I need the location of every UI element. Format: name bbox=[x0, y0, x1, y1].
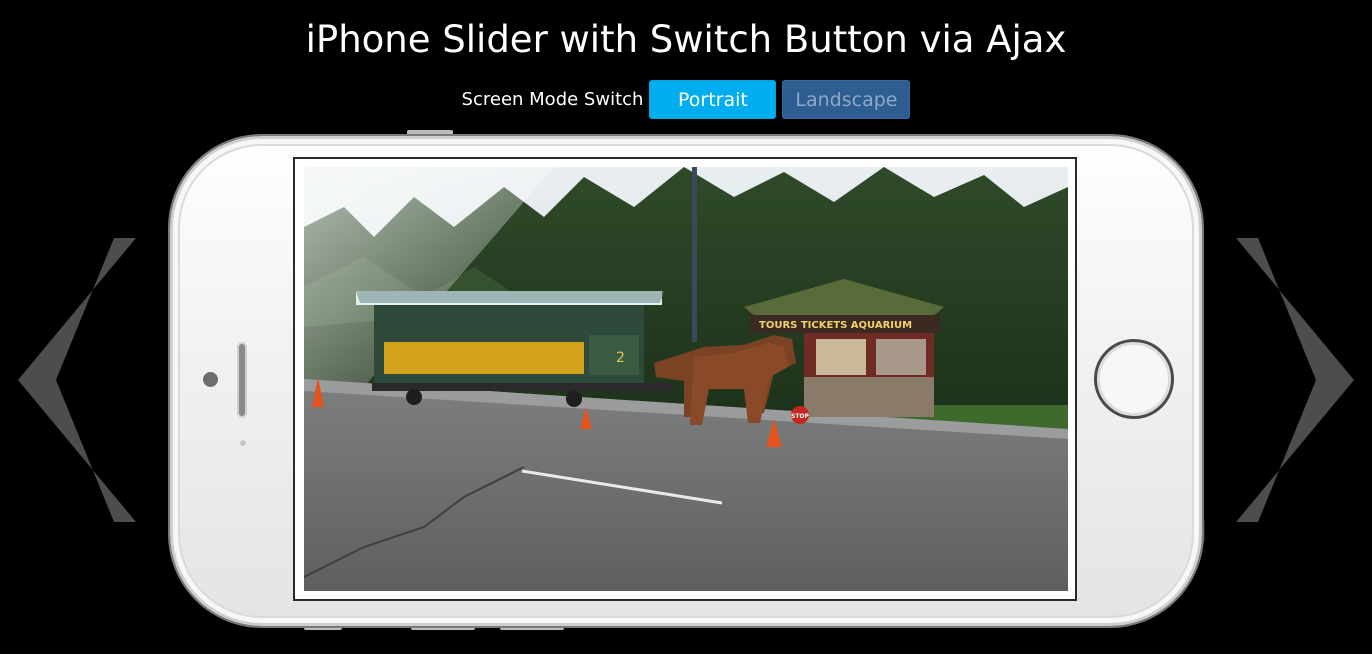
screen-mode-switch: Screen Mode Switch Portrait Landscape bbox=[0, 80, 1372, 119]
home-button[interactable] bbox=[1094, 339, 1174, 419]
front-camera-icon bbox=[203, 372, 218, 387]
stop-sign: STOP bbox=[791, 413, 810, 420]
chevron-right-icon bbox=[1236, 238, 1354, 522]
kiosk-sign: TOURS TICKETS AQUARIUM bbox=[759, 320, 912, 331]
page-title: iPhone Slider with Switch Button via Aja… bbox=[305, 18, 1067, 61]
slide-image: 2 TOURS TICKETS AQUARIUM STOP bbox=[304, 167, 1068, 591]
landscape-button[interactable]: Landscape bbox=[782, 80, 911, 119]
phone-screen: 2 TOURS TICKETS AQUARIUM STOP bbox=[293, 157, 1077, 601]
earpiece-speaker bbox=[237, 342, 247, 418]
screen-mode-label: Screen Mode Switch bbox=[461, 89, 644, 110]
next-slide-button[interactable] bbox=[1234, 236, 1354, 524]
proximity-sensor bbox=[240, 440, 246, 446]
portrait-button[interactable]: Portrait bbox=[649, 80, 777, 119]
tram-number: 2 bbox=[616, 350, 625, 366]
prev-slide-button[interactable] bbox=[18, 236, 138, 524]
chevron-left-icon bbox=[18, 238, 136, 522]
